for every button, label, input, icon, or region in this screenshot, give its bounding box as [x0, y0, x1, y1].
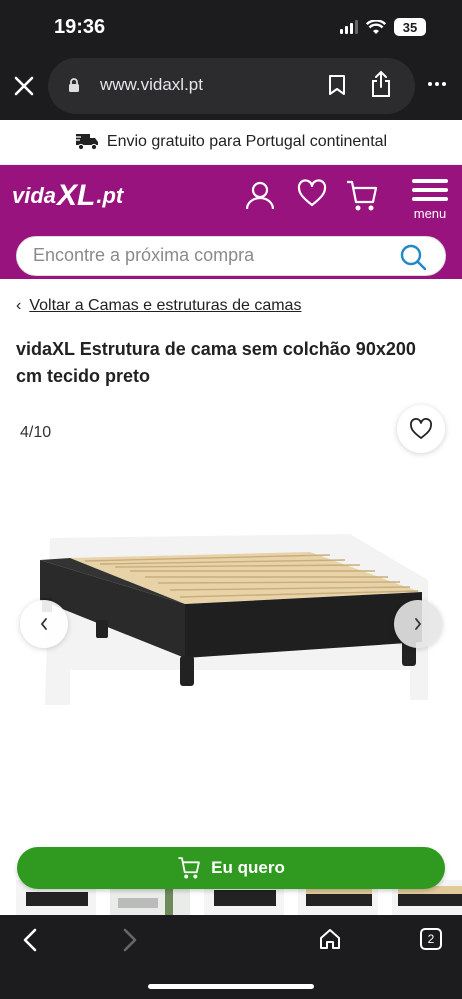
logo-text-xl: XL — [57, 179, 96, 212]
image-next-button[interactable] — [394, 600, 442, 648]
search-icon[interactable] — [399, 243, 427, 271]
add-to-cart-button[interactable]: Eu quero — [17, 847, 445, 889]
product-image — [40, 534, 428, 705]
status-time: 19:36 — [54, 16, 106, 38]
wifi-icon — [366, 19, 386, 34]
chevron-right-icon — [415, 618, 422, 630]
browser-bottom-toolbar: 2 — [0, 915, 462, 999]
heart-icon — [410, 418, 432, 439]
heart-icon[interactable] — [297, 179, 327, 209]
vidaxl-logo[interactable]: vida XL .pt — [12, 179, 123, 213]
cart-icon — [178, 857, 200, 879]
image-prev-button[interactable] — [20, 600, 68, 648]
status-icons: 35 — [340, 18, 426, 36]
chevron-left-small-icon: ‹ — [16, 297, 22, 314]
menu-button[interactable]: menu — [410, 179, 450, 221]
shipping-banner: Envio gratuito para Portugal continental — [0, 120, 462, 165]
back-icon[interactable] — [20, 927, 42, 953]
menu-icon — [410, 179, 450, 201]
menu-label: menu — [413, 206, 447, 221]
browser-toolbar: www.vidaxl.pt — [0, 52, 462, 120]
breadcrumb: ‹ Voltar a Camas e estruturas de camas — [16, 297, 301, 315]
cart-icon[interactable] — [346, 179, 378, 213]
product-title: vidaXL Estrutura de cama sem colchão 90x… — [16, 339, 416, 386]
logo-text-post: .pt — [96, 183, 124, 208]
more-icon[interactable] — [428, 82, 446, 86]
breadcrumb-link[interactable]: Voltar a Camas e estruturas de camas — [29, 297, 301, 315]
lock-icon — [69, 78, 79, 92]
battery-indicator: 35 — [394, 18, 426, 36]
status-bar: 19:36 35 — [0, 0, 462, 52]
close-icon[interactable] — [12, 74, 36, 98]
user-icon[interactable] — [244, 179, 276, 211]
forward-icon[interactable] — [118, 927, 140, 953]
wishlist-button[interactable] — [397, 405, 445, 453]
logo-text-pre: vida — [12, 183, 57, 208]
chevron-left-icon — [40, 618, 47, 630]
add-to-cart-label: Eu quero — [211, 858, 285, 877]
site-header: vida XL .pt menu — [0, 165, 462, 279]
search-box[interactable] — [16, 236, 446, 276]
shipping-text: Envio gratuito para Portugal continental — [106, 133, 388, 150]
home-indicator — [148, 984, 314, 989]
address-bar[interactable]: www.vidaxl.pt — [48, 58, 415, 114]
image-counter: 4/10 — [20, 424, 52, 441]
search-input[interactable] — [33, 245, 383, 266]
home-icon[interactable] — [318, 927, 342, 951]
tabs-icon[interactable]: 2 — [420, 928, 442, 950]
url-text: www.vidaxl.pt — [100, 75, 203, 94]
truck-icon — [74, 134, 98, 151]
share-icon[interactable] — [370, 70, 392, 98]
signal-icon — [340, 20, 358, 34]
bookmark-icon[interactable] — [328, 74, 346, 96]
